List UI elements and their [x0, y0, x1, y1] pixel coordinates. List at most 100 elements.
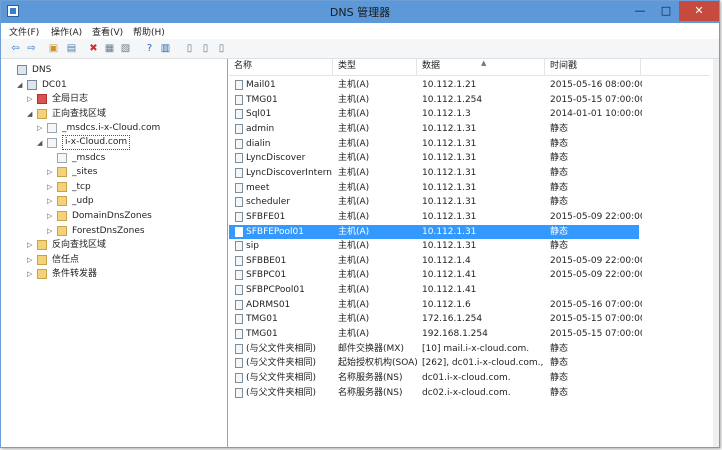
- folder-icon: [57, 181, 67, 192]
- column-timestamp[interactable]: 时间戳: [545, 59, 641, 75]
- record-row[interactable]: SFBFEPool01 主机(A) 10.112.1.31 静态: [229, 224, 639, 239]
- expanded-arrow-icon[interactable]: ◢: [37, 136, 44, 150]
- record-row[interactable]: SFBPCPool01 主机(A) 10.112.1.41: [229, 283, 639, 297]
- record-row[interactable]: Mail01 主机(A) 10.112.1.21 2015-05-16 08:00:0…: [229, 78, 642, 92]
- window-title: DNS 管理器: [329, 6, 391, 19]
- tree-node[interactable]: ◢ 正向查找区域: [1, 107, 221, 121]
- record-row[interactable]: Sql01 主机(A) 10.112.1.3 2014-01-01 10:00:00: [229, 107, 642, 121]
- tree-node[interactable]: ◢ DC01: [1, 78, 221, 92]
- collapsed-arrow-icon[interactable]: ▷: [47, 194, 54, 208]
- record-ts: 静态: [550, 241, 569, 252]
- delete-icon[interactable]: ✖: [87, 42, 100, 55]
- record-row[interactable]: SFBFE01 主机(A) 10.112.1.31 2015-05-09 22:00:…: [229, 210, 642, 224]
- export-icon[interactable]: ▧: [119, 42, 132, 55]
- tree-node[interactable]: ◢ i-x-Cloud.com: [1, 135, 221, 150]
- forward-icon[interactable]: ⇨: [25, 42, 38, 55]
- record-row[interactable]: LyncDiscover 主机(A) 10.112.1.31 静态: [229, 151, 639, 165]
- record-data: 10.112.1.31: [422, 226, 477, 237]
- tree-node[interactable]: ▷ 条件转发器: [1, 267, 221, 281]
- tree-node[interactable]: ▷ 反向查找区域: [1, 238, 221, 252]
- tree-node[interactable]: ▷ _msdcs.i-x-Cloud.com: [1, 121, 221, 135]
- record-row[interactable]: (与父文件夹相同) 名称服务器(NS) dc02.i-x-cloud.com. 静态: [229, 386, 639, 400]
- record-row[interactable]: (与父文件夹相同) 邮件交换器(MX) [10] mail.i-x-cloud.co…: [229, 342, 639, 356]
- record-name: SFBPC01: [246, 270, 287, 281]
- record-ts: 2015-05-15 07:00:00: [550, 94, 642, 105]
- back-icon[interactable]: ⇦: [9, 42, 22, 55]
- tree-node[interactable]: ▷ _udp: [1, 194, 221, 208]
- server-list-icon[interactable]: ▯: [183, 42, 196, 55]
- record-row[interactable]: ADRMS01 主机(A) 10.112.1.6 2015-05-16 07:00:0…: [229, 298, 642, 312]
- record-ts: 静态: [550, 167, 569, 178]
- sort-ascending-icon: ▲: [481, 59, 487, 67]
- record-row[interactable]: LyncDiscoverInternal 主机(A) 10.112.1.31 静态: [229, 166, 639, 180]
- tree-node[interactable]: ▷ DomainDnsZones: [1, 209, 221, 223]
- collapsed-arrow-icon[interactable]: ▷: [47, 224, 54, 238]
- tree-node[interactable]: ▷ 信任点: [1, 253, 221, 267]
- mmc-icon[interactable]: ▥: [159, 42, 172, 55]
- record-icon: [235, 329, 243, 340]
- collapsed-arrow-icon[interactable]: ▷: [47, 209, 54, 223]
- title-bar[interactable]: DNS 管理器 — □ ✕: [1, 1, 719, 23]
- record-row[interactable]: SFBPC01 主机(A) 10.112.1.41 2015-05-09 22:00:…: [229, 268, 642, 282]
- menu-file[interactable]: 文件(F): [9, 25, 39, 38]
- record-icon: [235, 109, 243, 120]
- record-row[interactable]: TMG01 主机(A) 172.16.1.254 2015-05-15 07:00:0…: [229, 312, 642, 326]
- column-type[interactable]: 类型: [333, 59, 417, 75]
- close-button[interactable]: ✕: [679, 1, 719, 21]
- tree-node[interactable]: DNS: [1, 63, 221, 77]
- menu-help[interactable]: 帮助(H): [133, 25, 165, 38]
- record-ts: 2015-05-15 07:00:00: [550, 329, 642, 340]
- record-name: (与父文件夹相同): [246, 387, 317, 398]
- tree-node-label: _msdcs: [72, 152, 106, 163]
- filter-icon[interactable]: ▯: [215, 42, 228, 55]
- record-type: 主机(A): [338, 329, 370, 340]
- collapsed-arrow-icon[interactable]: ▷: [37, 121, 44, 135]
- collapsed-arrow-icon[interactable]: ▷: [27, 92, 34, 106]
- minimize-button[interactable]: —: [627, 1, 653, 21]
- tree-node[interactable]: ▷ ForestDnsZones: [1, 224, 221, 238]
- maximize-button[interactable]: □: [653, 1, 679, 21]
- record-row[interactable]: (与父文件夹相同) 起始授权机构(SOA) [262], dc01.i-x-clou…: [229, 356, 639, 370]
- record-row[interactable]: (与父文件夹相同) 名称服务器(NS) dc01.i-x-cloud.com. 静态: [229, 371, 639, 385]
- record-row[interactable]: scheduler 主机(A) 10.112.1.31 静态: [229, 195, 639, 209]
- record-row[interactable]: admin 主机(A) 10.112.1.31 静态: [229, 122, 639, 136]
- record-row[interactable]: dialin 主机(A) 10.112.1.31 静态: [229, 137, 639, 151]
- record-data: 10.112.1.31: [422, 182, 477, 193]
- record-data: 192.168.1.254: [422, 329, 488, 340]
- record-row[interactable]: SFBBE01 主机(A) 10.112.1.4 2015-05-09 22:00:0…: [229, 254, 642, 268]
- record-row[interactable]: sip 主机(A) 10.112.1.31 静态: [229, 239, 639, 253]
- tree-node-label: DomainDnsZones: [72, 211, 152, 221]
- record-type: 主机(A): [338, 241, 370, 252]
- vertical-scrollbar[interactable]: [713, 59, 719, 447]
- record-row[interactable]: meet 主机(A) 10.112.1.31 静态: [229, 181, 639, 195]
- tree-node[interactable]: ▷ 全局日志: [1, 92, 221, 106]
- tree-node-label: 全局日志: [52, 94, 89, 105]
- tree-node-label: DC01: [42, 79, 67, 90]
- record-ts: 2014-01-01 10:00:00: [550, 109, 642, 120]
- record-name: SFBPCPool01: [246, 285, 305, 296]
- record-row[interactable]: TMG01 主机(A) 10.112.1.254 2015-05-15 07:00:0…: [229, 93, 642, 107]
- up-folder-icon[interactable]: ▣: [47, 42, 60, 55]
- record-ts: 静态: [550, 343, 569, 354]
- menu-view[interactable]: 查看(V): [92, 25, 123, 38]
- collapsed-arrow-icon[interactable]: ▷: [27, 238, 34, 252]
- record-list-icon[interactable]: ▯: [199, 42, 212, 55]
- collapsed-arrow-icon[interactable]: ▷: [47, 165, 54, 179]
- help-icon[interactable]: ?: [143, 42, 156, 55]
- tree-node[interactable]: _msdcs: [1, 151, 221, 165]
- tree-node[interactable]: ▷ _sites: [1, 165, 221, 179]
- tree-node[interactable]: ▷ _tcp: [1, 180, 221, 194]
- record-data: [10] mail.i-x-cloud.com.: [422, 343, 530, 354]
- menu-action[interactable]: 操作(A): [51, 25, 82, 38]
- expanded-arrow-icon[interactable]: ◢: [17, 78, 24, 92]
- record-row[interactable]: TMG01 主机(A) 192.168.1.254 2015-05-15 07:00:…: [229, 327, 642, 341]
- column-name[interactable]: 名称: [229, 59, 333, 75]
- collapsed-arrow-icon[interactable]: ▷: [27, 267, 34, 281]
- record-type: 主机(A): [338, 299, 370, 310]
- record-data: 10.112.1.254: [422, 94, 483, 105]
- expanded-arrow-icon[interactable]: ◢: [27, 107, 34, 121]
- properties-icon[interactable]: ▤: [65, 42, 78, 55]
- collapsed-arrow-icon[interactable]: ▷: [27, 253, 34, 267]
- collapsed-arrow-icon[interactable]: ▷: [47, 180, 54, 194]
- refresh-icon[interactable]: ▦: [103, 42, 116, 55]
